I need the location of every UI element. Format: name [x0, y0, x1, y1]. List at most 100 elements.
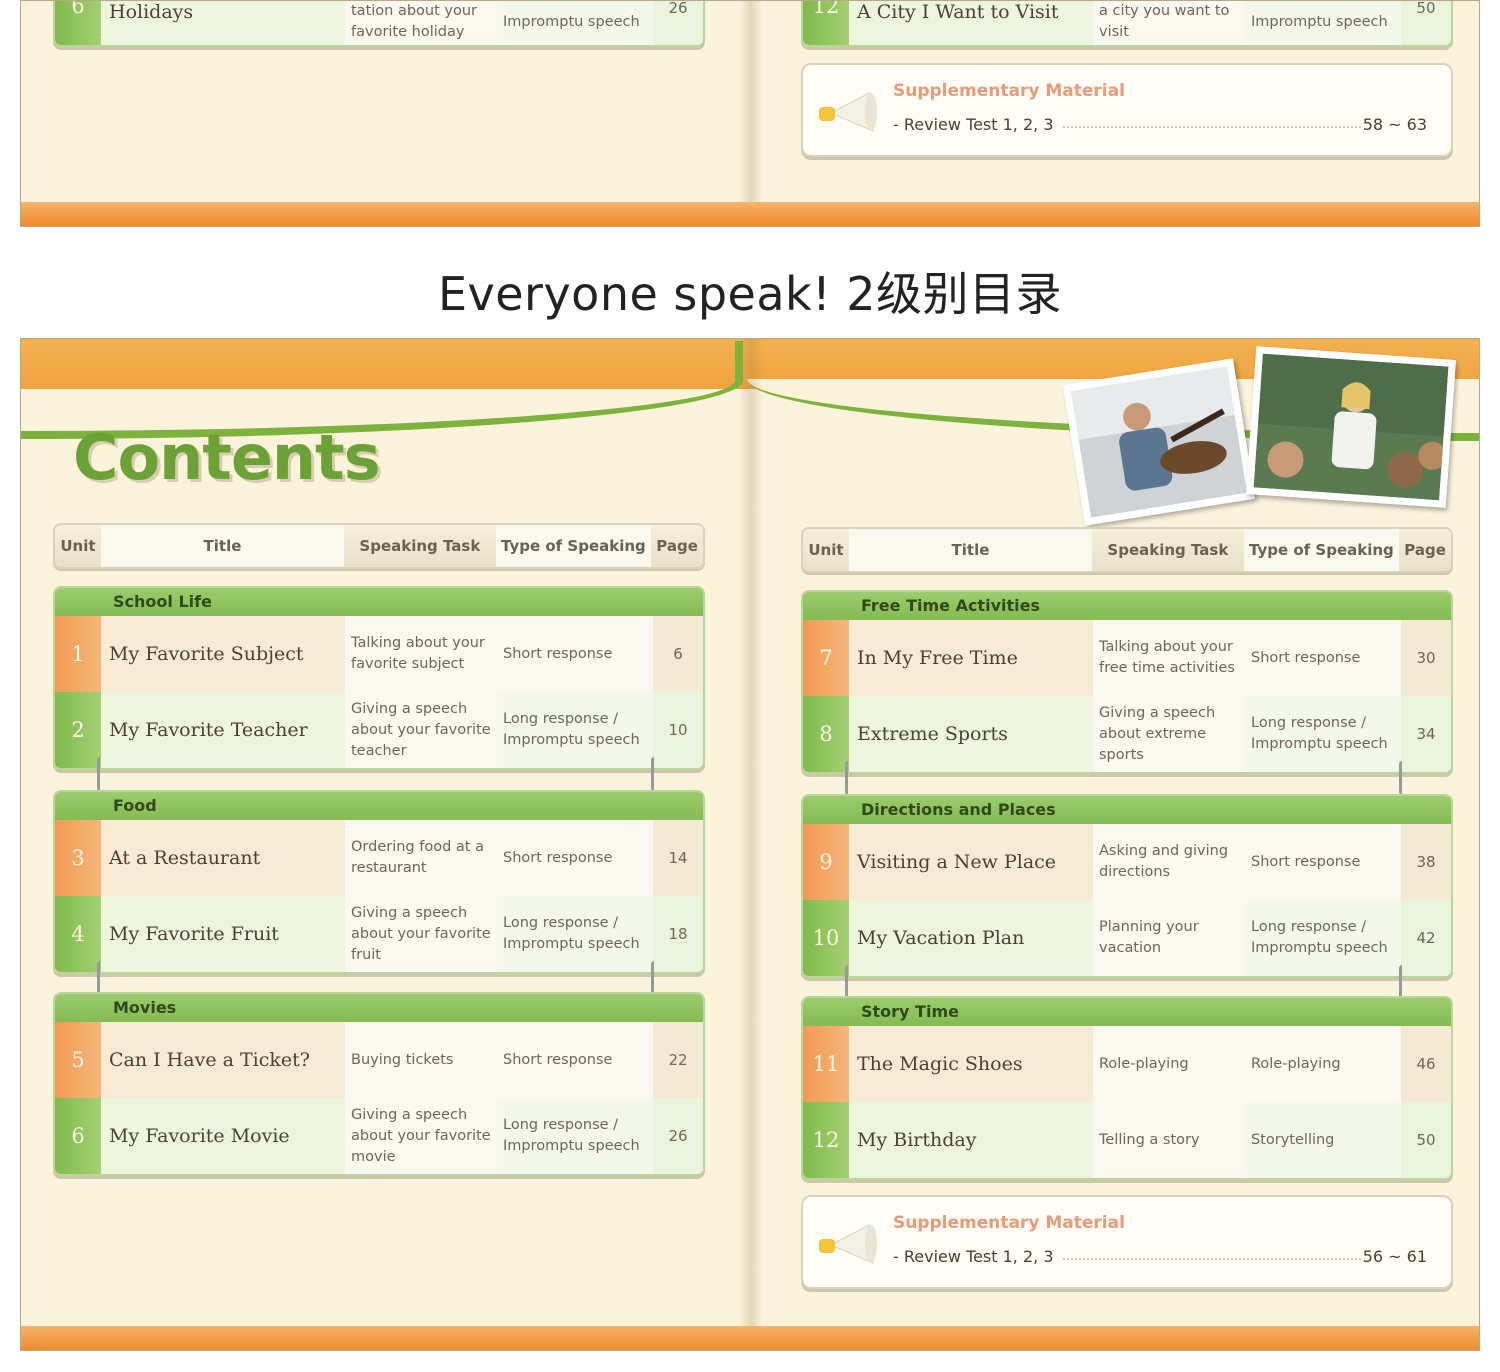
speaking-task: Buying tickets [345, 1022, 497, 1098]
header-speaking-task: Speaking Task [1107, 541, 1229, 559]
review-test-label: - Review Test 1, 2, 3 [893, 115, 1054, 134]
speaking-task: Telling a story [1093, 1102, 1245, 1178]
page-number: 46 [1401, 1026, 1451, 1102]
page-number: 38 [1401, 824, 1451, 900]
table-row: 12 My Birthday Telling a story Storytell… [803, 1102, 1451, 1178]
header-title: Title [848, 529, 1093, 571]
section-heading: Movies [55, 994, 703, 1022]
header-speaking-task: Speaking Task [359, 537, 481, 555]
table-row: 3 At a Restaurant Ordering food at a res… [55, 820, 703, 896]
table-row: 11 The Magic Shoes Role-playing Role-pla… [803, 1026, 1451, 1102]
unit-title: My Favorite Movie [101, 1098, 345, 1174]
page-number: 18 [653, 896, 703, 972]
page-number: 6 [653, 616, 703, 692]
table-row: 2 My Favorite Teacher Giving a speech ab… [55, 692, 703, 768]
header-type-of-speaking: Type of Speaking [495, 525, 652, 567]
unit-number: 6 [55, 1098, 101, 1174]
type-of-speaking: Long response / Impromptu speech [497, 1098, 653, 1174]
binder-ring-icon [651, 757, 657, 791]
speaking-task: Talking about your free time activities [1093, 620, 1245, 696]
page-number: 26 [653, 1098, 703, 1174]
section-heading: Directions and Places [803, 796, 1451, 824]
page-number: 42 [1401, 900, 1451, 976]
book-spine [739, 339, 763, 1350]
unit-number: 6 [55, 1, 101, 45]
binder-ring-icon [1399, 965, 1405, 999]
type-of-speaking: Long response / Impromptu speech [1245, 696, 1401, 772]
type-of-speaking: Long response / Impromptu speech [497, 692, 653, 768]
section-heading: School Life [55, 588, 703, 616]
unit-title: My Favorite Subject [101, 616, 345, 692]
supplementary-title: Supplementary Material [893, 1213, 1125, 1233]
section-movies: Movies 5 Can I Have a Ticket? Buying tic… [53, 992, 705, 1176]
review-test-pages: 56 ~ 61 [1362, 1247, 1427, 1266]
speaking-task: Role-playing [1093, 1026, 1245, 1102]
unit-title: Extreme Sports [849, 696, 1093, 772]
table-row: 4 My Favorite Fruit Giving a speech abou… [55, 896, 703, 972]
type-of-speaking: Impromptu speech [497, 1, 653, 45]
type-of-speaking: Impromptu speech [1245, 1, 1401, 45]
section-heading: Food [55, 792, 703, 820]
supplementary-title: Supplementary Material [893, 81, 1125, 101]
unit-title: My Birthday [849, 1102, 1093, 1178]
speaking-task: a city you want to visit [1093, 1, 1245, 45]
contents-book-spread: Contents Unit Title Speaking Task Type o… [20, 338, 1480, 1351]
speaking-task: Giving a speech about extreme sports [1093, 696, 1245, 772]
table-row: 9 Visiting a New Place Asking and giving… [803, 824, 1451, 900]
section-free-time-activities: Free Time Activities 7 In My Free Time T… [801, 590, 1453, 774]
page-number: 34 [1401, 696, 1451, 772]
table-row: 7 In My Free Time Talking about your fre… [803, 620, 1451, 696]
header-title: Title [100, 525, 345, 567]
page-number: 14 [653, 820, 703, 896]
binder-ring-icon [1399, 761, 1405, 795]
page-number: 30 [1401, 620, 1451, 696]
supplementary-material-box: Supplementary Material - Review Test 1, … [801, 1195, 1453, 1289]
type-of-speaking: Long response / Impromptu speech [1245, 900, 1401, 976]
previous-book-spread: 6 Holidays tation about your favorite ho… [20, 0, 1480, 227]
table-header-right: Unit Title Speaking Task Type of Speakin… [801, 527, 1453, 573]
supplementary-material-box: Supplementary Material - Review Test 1, … [801, 63, 1453, 157]
speaking-task: tation about your favorite holiday [345, 1, 497, 45]
binder-ring-icon [97, 757, 103, 791]
unit-title: My Favorite Teacher [101, 692, 345, 768]
photo-student-guitar [1062, 358, 1256, 526]
unit-number: 12 [803, 1, 849, 45]
unit-title: A City I Want to Visit [849, 1, 1093, 45]
type-of-speaking: Storytelling [1245, 1102, 1401, 1178]
table-header-left: Unit Title Speaking Task Type of Speakin… [53, 523, 705, 569]
table-row: 10 My Vacation Plan Planning your vacati… [803, 900, 1451, 976]
speaking-task: Giving a speech about your favorite teac… [345, 692, 497, 768]
book-spine [739, 1, 763, 226]
photo-teacher-class [1246, 346, 1456, 508]
page-number: 50 [1401, 1102, 1451, 1178]
table-row: 6 Holidays tation about your favorite ho… [55, 1, 703, 45]
section-food: Food 3 At a Restaurant Ordering food at … [53, 790, 705, 974]
speaking-task: Asking and giving directions [1093, 824, 1245, 900]
unit-number: 7 [803, 620, 849, 696]
unit-number: 3 [55, 820, 101, 896]
dotted-leader [1063, 1258, 1361, 1260]
binder-ring-icon [651, 961, 657, 995]
caption-title: Everyone speak! 2级别目录 [437, 267, 1063, 321]
speaking-task: Giving a speech about your favorite movi… [345, 1098, 497, 1174]
type-of-speaking: Short response [1245, 824, 1401, 900]
unit-title: Visiting a New Place [849, 824, 1093, 900]
header-page: Page [656, 537, 698, 555]
binder-ring-icon [845, 965, 851, 999]
speaking-task: Ordering food at a restaurant [345, 820, 497, 896]
section-story-time: Story Time 11 The Magic Shoes Role-playi… [801, 996, 1453, 1180]
table-row: 6 My Favorite Movie Giving a speech abou… [55, 1098, 703, 1174]
section-directions-and-places: Directions and Places 9 Visiting a New P… [801, 794, 1453, 978]
unit-title: Holidays [101, 1, 345, 45]
header-unit: Unit [808, 541, 844, 559]
megaphone-icon [819, 1224, 877, 1264]
unit-number: 9 [803, 824, 849, 900]
binder-ring-icon [97, 961, 103, 995]
speaking-task: Talking about your favorite subject [345, 616, 497, 692]
page-number: 10 [653, 692, 703, 768]
unit-number: 5 [55, 1022, 101, 1098]
review-test-label: - Review Test 1, 2, 3 [893, 1247, 1054, 1266]
section-heading: Free Time Activities [803, 592, 1451, 620]
unit-number: 4 [55, 896, 101, 972]
type-of-speaking: Short response [497, 820, 653, 896]
